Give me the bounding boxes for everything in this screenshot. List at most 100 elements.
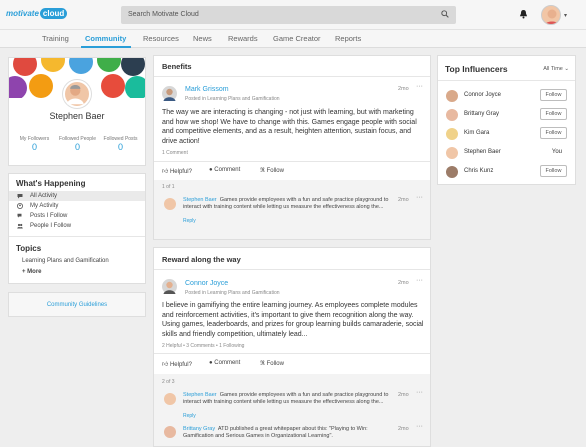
you-label: You	[551, 149, 562, 155]
nav-news[interactable]: News	[193, 34, 212, 43]
influencer-avatar[interactable]	[446, 128, 458, 140]
top-influencers-title: Top Influencers	[445, 64, 508, 74]
comments-section: 2 of 3 Stephen Baer Games provide employ…	[154, 374, 430, 446]
post-title: Reward along the way	[162, 255, 241, 264]
reply-link[interactable]: Reply	[183, 413, 196, 419]
helpful-button[interactable]: 👍︎ Helpful?	[162, 167, 192, 175]
post-meta[interactable]: 1 Comment	[162, 150, 188, 156]
comment-button[interactable]: ● Comment	[209, 167, 240, 173]
author-avatar[interactable]	[162, 279, 177, 294]
nav-training[interactable]: Training	[42, 34, 69, 43]
comment-text: Stephen Baer Games provide employees wit…	[183, 197, 389, 210]
topic-learning-plans[interactable]: Learning Plans and Gamification	[9, 256, 145, 266]
filter-all-activity[interactable]: All Activity	[9, 191, 145, 201]
post-meta[interactable]: 2 Helpful • 3 Comments • 1 Following	[162, 343, 244, 349]
post-author[interactable]: Mark Grissom	[185, 86, 229, 93]
post-author[interactable]: Connor Joyce	[185, 280, 228, 287]
influencer-name[interactable]: Stephen Baer	[464, 149, 501, 155]
whats-happening-title: What's Happening	[16, 179, 86, 188]
thumbs-up-icon: 👍︎	[162, 169, 170, 175]
comment-options-icon[interactable]: ···	[416, 194, 423, 201]
more-options-icon[interactable]: ···	[416, 83, 423, 90]
nav-reports[interactable]: Reports	[335, 34, 361, 43]
user-avatar[interactable]	[541, 5, 561, 25]
nav-resources[interactable]: Resources	[143, 34, 179, 43]
stat-followers[interactable]: My Followers 0	[12, 136, 57, 152]
nav-community[interactable]: Community	[85, 34, 126, 43]
chevron-down-icon[interactable]: ▾	[564, 12, 567, 19]
profile-avatar[interactable]	[63, 80, 91, 108]
topics-more-link[interactable]: + More	[9, 267, 145, 277]
helpful-button[interactable]: 👍︎ Helpful?	[162, 360, 192, 368]
influencer-avatar[interactable]	[446, 90, 458, 102]
post-title: Benefits	[162, 62, 192, 71]
search-input[interactable]: Search Motivate Cloud	[121, 6, 456, 24]
search-icon[interactable]	[441, 10, 449, 18]
post-body: The way we are interacting is changing -…	[162, 109, 417, 145]
comments-section: 1 of 1 Stephen Baer Games provide employ…	[154, 180, 430, 239]
people-icon	[17, 223, 23, 229]
bell-icon[interactable]	[519, 9, 528, 19]
stat-followed-people[interactable]: Followed People 0	[55, 136, 100, 152]
post-time: 2mo	[398, 86, 409, 92]
influencer-row: Brittany Gray Follow	[438, 107, 575, 123]
profile-card: Stephen Baer My Followers 0 Followed Peop…	[8, 57, 146, 166]
commenter-avatar[interactable]	[164, 393, 176, 405]
comment-time: 2mo	[398, 197, 409, 203]
community-guidelines-link[interactable]: Community Guidelines	[8, 292, 146, 317]
influencer-row: Kim Gara Follow	[438, 126, 575, 142]
influencer-name[interactable]: Chris Kunz	[464, 168, 493, 174]
filter-people-i-follow[interactable]: People I Follow	[9, 221, 145, 231]
top-influencers-panel: Top Influencers All Time ⌄ Connor Joyce …	[437, 55, 576, 185]
comment-author[interactable]: Stephen Baer	[183, 197, 217, 203]
influencer-avatar[interactable]	[446, 147, 458, 159]
influencer-name[interactable]: Connor Joyce	[464, 92, 501, 98]
time-filter-dropdown[interactable]: All Time ⌄	[543, 66, 569, 72]
chevron-down-icon: ⌄	[564, 66, 569, 72]
influencer-avatar[interactable]	[446, 109, 458, 121]
comment-count: 2 of 3	[162, 379, 175, 385]
influencer-name[interactable]: Brittany Gray	[464, 111, 499, 117]
app-logo[interactable]: motivate cloud	[6, 8, 68, 19]
influencer-name[interactable]: Kim Gara	[464, 130, 489, 136]
follow-button[interactable]: ℜ Follow	[260, 167, 284, 174]
influencer-avatar[interactable]	[446, 166, 458, 178]
filter-my-activity[interactable]: My Activity	[9, 201, 145, 211]
influencer-row: Connor Joyce Follow	[438, 88, 575, 104]
comment-count: 1 of 1	[162, 184, 175, 190]
comment-options-icon[interactable]: ···	[416, 389, 423, 396]
comment-text: Stephen Baer Games provide employees wit…	[183, 392, 389, 405]
comment-options-icon[interactable]: ···	[416, 423, 423, 430]
comment-button[interactable]: ● Comment	[209, 360, 240, 366]
active-tab-indicator	[81, 46, 131, 48]
follow-influencer-button[interactable]: Follow	[540, 165, 567, 177]
post-category[interactable]: Posted in Learning Plans and Gamificatio…	[185, 96, 280, 102]
comments-icon	[17, 213, 22, 218]
post-card: Benefits Mark Grissom Posted in Learning…	[153, 55, 431, 240]
more-options-icon[interactable]: ···	[416, 277, 423, 284]
post-time: 2mo	[398, 280, 409, 286]
post-category[interactable]: Posted in Learning Plans and Gamificatio…	[185, 290, 280, 296]
post-body: I believe in gamifiying the entire learn…	[162, 302, 424, 338]
author-avatar[interactable]	[162, 86, 177, 101]
follow-influencer-button[interactable]: Follow	[540, 108, 567, 120]
comment-author[interactable]: Stephen Baer	[183, 392, 217, 398]
filter-posts-i-follow[interactable]: Posts I Follow	[9, 211, 145, 221]
follow-button[interactable]: ℜ Follow	[260, 360, 284, 367]
commenter-avatar[interactable]	[164, 198, 176, 210]
chat-icon	[17, 194, 23, 199]
nav-game-creator[interactable]: Game Creator	[273, 34, 321, 43]
comment-author[interactable]: Brittany Gray	[183, 426, 215, 432]
post-card: Reward along the way Connor Joyce Posted…	[153, 247, 431, 447]
comment-time: 2mo	[398, 426, 409, 432]
nav-rewards[interactable]: Rewards	[228, 34, 258, 43]
reply-link[interactable]: Reply	[183, 218, 196, 224]
stat-followed-posts[interactable]: Followed Posts 0	[98, 136, 143, 152]
follow-influencer-button[interactable]: Follow	[540, 127, 567, 139]
comment-text: Brittany Gray ATD published a great whit…	[183, 426, 368, 439]
follow-influencer-button[interactable]: Follow	[540, 89, 567, 101]
top-bar: motivate cloud Search Motivate Cloud ▾	[0, 0, 586, 30]
commenter-avatar[interactable]	[164, 426, 176, 438]
influencer-row: Chris Kunz Follow	[438, 164, 575, 180]
comment-time: 2mo	[398, 392, 409, 398]
